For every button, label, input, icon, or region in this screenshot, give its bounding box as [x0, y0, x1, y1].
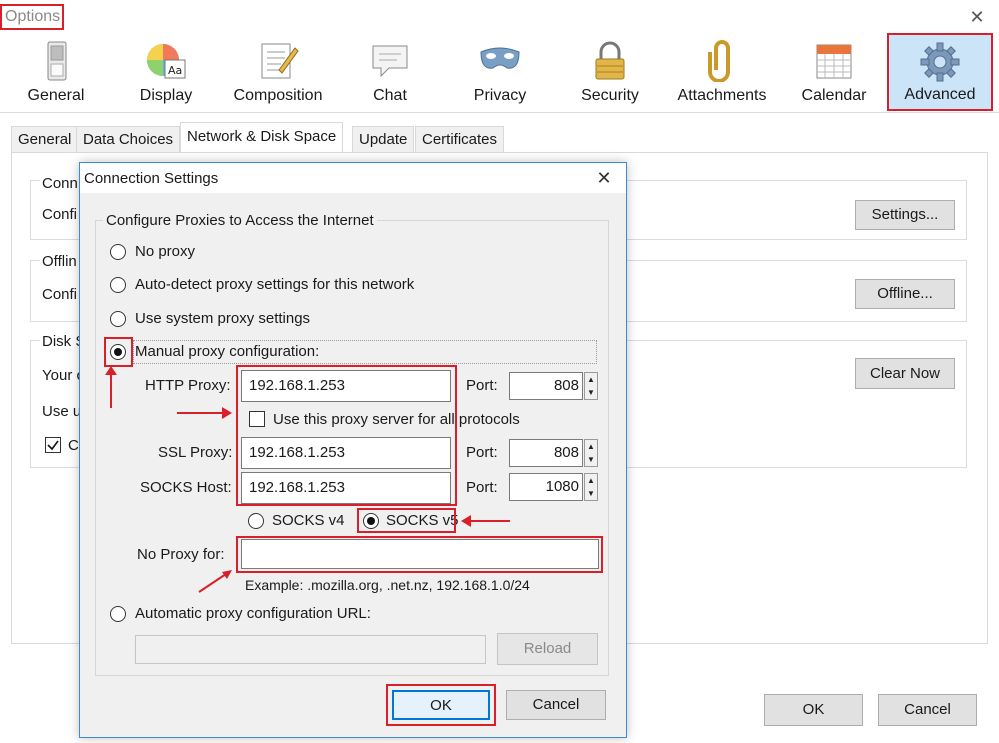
no-proxy-radio[interactable] — [110, 244, 126, 260]
disk-checkbox[interactable] — [45, 437, 61, 453]
manual-radio-highlight — [104, 337, 133, 367]
toolbar-label: Chat — [373, 87, 407, 104]
spin-down-icon[interactable]: ▼ — [585, 487, 597, 500]
toolbar-chat[interactable]: Chat — [346, 34, 434, 110]
toolbar-label: Advanced — [904, 86, 976, 103]
spin-up-icon[interactable]: ▲ — [585, 440, 597, 453]
toolbar-privacy[interactable]: Privacy — [456, 34, 544, 110]
toolbar-attachments[interactable]: Attachments — [670, 34, 774, 110]
auto-url-input[interactable] — [135, 635, 486, 664]
offline-heading: Offlin — [40, 253, 79, 270]
toolbar-label: General — [27, 87, 85, 104]
clear-now-button[interactable]: Clear Now — [855, 358, 955, 389]
tab-general[interactable]: General — [11, 126, 79, 152]
svg-text:Aa: Aa — [168, 64, 182, 77]
toolbar-label: Composition — [233, 87, 323, 104]
toolbar-label: Calendar — [801, 87, 867, 104]
toolbar-label: Attachments — [677, 87, 767, 104]
spin-down-icon[interactable]: ▼ — [585, 453, 597, 466]
system-proxy-radio[interactable] — [110, 311, 126, 327]
http-port-label: Port: — [466, 377, 498, 394]
no-proxy-for-label: No Proxy for: — [137, 546, 225, 563]
disk-text-2: Use u — [42, 403, 82, 420]
arrow-manual — [110, 372, 112, 408]
compose-icon — [257, 40, 299, 82]
http-proxy-label: HTTP Proxy: — [145, 377, 231, 394]
connection-heading: Conn — [40, 175, 80, 192]
http-port-stepper[interactable]: ▲ ▼ — [584, 372, 598, 400]
arrow-manual-head — [105, 366, 117, 375]
paperclip-icon — [701, 40, 743, 83]
http-port-input[interactable]: 808 — [509, 372, 583, 400]
toolbar-general[interactable]: General — [12, 34, 100, 110]
spin-up-icon[interactable]: ▲ — [585, 373, 597, 386]
toolbar-composition[interactable]: Composition — [226, 34, 330, 110]
toolbar-label: Privacy — [473, 87, 527, 104]
options-cancel-button[interactable]: Cancel — [878, 694, 977, 726]
auto-url-label: Automatic proxy configuration URL: — [135, 605, 371, 622]
spin-up-icon[interactable]: ▲ — [585, 474, 597, 487]
no-proxy-label: No proxy — [135, 243, 196, 260]
auto-url-radio[interactable] — [110, 606, 126, 622]
calendar-icon — [813, 40, 855, 82]
ssl-port-input[interactable]: 808 — [509, 439, 583, 467]
arrow-proxy-inputs — [177, 412, 224, 414]
toolbar-advanced[interactable]: Advanced — [887, 33, 993, 111]
socks-v4-radio[interactable] — [248, 513, 264, 529]
tab-update[interactable]: Update — [352, 126, 415, 152]
settings-button[interactable]: Settings... — [855, 200, 955, 230]
toolbar-label: Security — [581, 87, 639, 104]
padlock-icon — [589, 40, 631, 82]
dialog-cancel-button[interactable]: Cancel — [506, 690, 606, 720]
ssl-proxy-label: SSL Proxy: — [158, 444, 233, 461]
socks-port-stepper[interactable]: ▲ ▼ — [584, 473, 598, 501]
no-proxy-highlight — [236, 536, 603, 573]
arrow-socks-v5-head — [461, 515, 471, 527]
options-ok-button[interactable]: OK — [764, 694, 863, 726]
auto-detect-radio[interactable] — [110, 277, 126, 293]
ok-button-highlight — [386, 684, 496, 726]
auto-detect-label: Auto-detect proxy settings for this netw… — [135, 276, 415, 293]
dialog-title: Connection Settings — [84, 170, 219, 187]
arrow-no-proxy — [198, 570, 232, 593]
mask-icon — [479, 40, 521, 82]
manual-proxy-label: Manual proxy configuration: — [135, 343, 320, 360]
disk-text-1: Your c — [42, 367, 84, 384]
tab-certificates[interactable]: Certificates — [415, 126, 505, 152]
gear-icon — [919, 41, 961, 83]
window-close-button[interactable]: ✕ — [964, 4, 990, 30]
ssl-port-label: Port: — [466, 444, 498, 461]
proxy-inputs-highlight — [236, 365, 457, 506]
socks-host-label: SOCKS Host: — [140, 479, 232, 496]
spin-down-icon[interactable]: ▼ — [585, 386, 597, 399]
arrow-proxy-inputs-head — [222, 407, 232, 419]
system-proxy-label: Use system proxy settings — [135, 310, 311, 327]
socks-port-label: Port: — [466, 479, 498, 496]
arrow-socks-v5 — [470, 520, 510, 522]
switch-icon — [35, 40, 77, 82]
toolbar-calendar[interactable]: Calendar — [790, 34, 878, 110]
palette-icon: Aa — [145, 40, 187, 82]
disk-check-label: C — [68, 437, 79, 454]
ssl-port-stepper[interactable]: ▲ ▼ — [584, 439, 598, 467]
socks-port-input[interactable]: 1080 — [509, 473, 583, 501]
toolbar-label: Display — [139, 87, 193, 104]
toolbar-display[interactable]: Aa Display — [122, 34, 210, 110]
offline-text: Confi — [42, 286, 78, 303]
no-proxy-example: Example: .mozilla.org, .net.nz, 192.168.… — [245, 577, 530, 593]
connection-text: Confi — [42, 206, 78, 223]
toolbar-security[interactable]: Security — [566, 34, 654, 110]
reload-button[interactable]: Reload — [497, 633, 598, 665]
dialog-close-button[interactable]: ✕ — [590, 165, 618, 191]
proxy-group-label: Configure Proxies to Access the Internet — [103, 212, 377, 229]
socks-v4-label: SOCKS v4 — [272, 512, 345, 529]
window-title: Options — [0, 4, 64, 30]
socks-v5-highlight — [357, 508, 456, 533]
chat-bubble-icon — [369, 40, 411, 82]
tab-network-disk-space[interactable]: Network & Disk Space — [180, 122, 344, 153]
offline-button[interactable]: Offline... — [855, 279, 955, 309]
tab-data-choices[interactable]: Data Choices — [76, 126, 181, 152]
